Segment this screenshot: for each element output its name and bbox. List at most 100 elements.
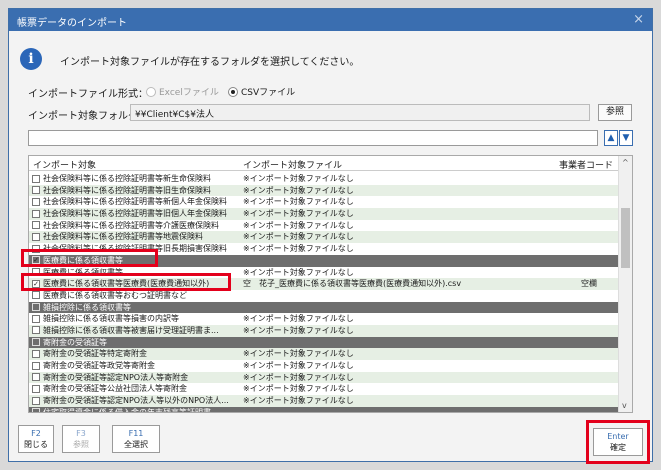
row-file-name: ※インポート対象ファイルなし: [243, 267, 354, 277]
info-icon: i: [20, 48, 42, 70]
f2-label: 閉じる: [24, 440, 48, 449]
row-target-name: 医療費に係る領収書等おむつ証明書など: [43, 290, 187, 300]
row-checkbox[interactable]: [32, 209, 40, 218]
move-up-button[interactable]: ▲: [604, 130, 618, 146]
row-checkbox[interactable]: [32, 232, 40, 241]
list-scrollbar[interactable]: ^ v: [618, 156, 632, 412]
row-file-name: ※インポート対象ファイルなし: [243, 174, 354, 183]
table-row[interactable]: 医療費に係る領収書等おむつ証明書など: [29, 290, 619, 302]
row-checkbox[interactable]: [32, 326, 40, 335]
row-target-name: 社会保険料等に係る控除証明書等新個人年金保険料: [43, 197, 227, 207]
row-checkbox[interactable]: [32, 303, 40, 312]
f11-select-all-button[interactable]: F11 全選択: [112, 425, 160, 453]
browse-button[interactable]: 参照: [598, 104, 632, 121]
window-title: 帳票データのインポート: [17, 18, 127, 29]
row-target-name: 寄附金の受領証等認定NPO法人等寄附金: [43, 372, 189, 382]
folder-path-field[interactable]: ¥¥Client¥C$¥法人: [130, 104, 590, 121]
row-file-name: ※インポート対象ファイルなし: [243, 220, 354, 230]
row-checkbox[interactable]: [32, 349, 40, 358]
table-row[interactable]: 雑損控除に係る領収書等被害届け受理証明書ま... ※インポート対象ファイルなし: [29, 324, 619, 337]
row-file-name: ※インポート対象ファイルなし: [243, 209, 354, 219]
enter-label: 確定: [610, 443, 626, 452]
header-code[interactable]: 事業者コード: [559, 158, 613, 171]
row-checkbox[interactable]: [32, 361, 40, 370]
scroll-down-icon[interactable]: v: [622, 401, 627, 410]
scroll-up-icon[interactable]: ^: [622, 158, 629, 167]
group-row[interactable]: 寄附金の受領証等: [29, 336, 619, 349]
title-bar: 帳票データのインポート ×: [9, 9, 652, 31]
radio-excel-dot: [146, 86, 156, 97]
row-file-name: 空 花子_医療費に係る領収書等医療費(医療費通知以外).csv: [243, 279, 462, 289]
table-row[interactable]: 寄附金の受領証等政党等寄附金 ※インポート対象ファイルなし: [29, 360, 619, 372]
row-checkbox[interactable]: [32, 384, 40, 393]
row-checkbox[interactable]: [32, 174, 40, 183]
row-file-name: ※インポート対象ファイルなし: [243, 384, 354, 394]
table-row[interactable]: 寄附金の受領証等認定NPO法人等以外のNPO法人... ※インポート対象ファイルな…: [29, 395, 619, 407]
row-checkbox[interactable]: [32, 314, 40, 323]
row-target-name: 寄附金の受領証等: [43, 337, 107, 347]
row-target-name: 住宅取得資金に係る借入金の年末残高等証明書: [43, 407, 211, 413]
row-target-name: 社会保険料等に係る控除証明書等介護医療保険料: [43, 220, 219, 230]
table-row[interactable]: 雑損控除に係る領収書等損害の内訳等 ※インポート対象ファイルなし: [29, 313, 619, 325]
group-row[interactable]: 住宅取得資金に係る借入金の年末残高等証明書: [29, 406, 619, 413]
row-checkbox[interactable]: [32, 186, 40, 195]
f11-key: F11: [128, 429, 144, 438]
row-checkbox[interactable]: [32, 373, 40, 382]
list-body: 社会保険料等に係る控除証明書等新生命保険料 ※インポート対象ファイルなし 社会保険料…: [29, 173, 619, 413]
f2-key: F2: [31, 429, 41, 438]
table-row[interactable]: 寄附金の受領証等認定NPO法人等寄附金 ※インポート対象ファイルなし: [29, 371, 619, 384]
row-checkbox[interactable]: [32, 396, 40, 405]
radio-csv-dot: [228, 86, 238, 97]
radio-excel-label: Excelファイル: [159, 88, 219, 98]
table-row[interactable]: 寄附金の受領証等特定寄附金 ※インポート対象ファイルなし: [29, 348, 619, 360]
table-row[interactable]: 寄附金の受領証等公益社団法人等寄附金 ※インポート対象ファイルなし: [29, 383, 619, 395]
table-row[interactable]: 社会保険料等に係る控除証明書等新生命保険料 ※インポート対象ファイルなし: [29, 173, 619, 185]
radio-csv-label: CSVファイル: [241, 88, 296, 98]
f11-label: 全選択: [124, 440, 148, 449]
scroll-thumb[interactable]: [621, 208, 630, 268]
header-target[interactable]: インポート対象: [33, 158, 96, 171]
table-row[interactable]: 社会保険料等に係る控除証明書等新個人年金保険料 ※インポート対象ファイルなし: [29, 196, 619, 208]
f3-browse-button[interactable]: F3 参照: [62, 425, 100, 453]
row-checkbox[interactable]: [32, 408, 40, 412]
row-checkbox[interactable]: [32, 291, 40, 300]
row-target-name: 寄附金の受領証等特定寄附金: [43, 349, 147, 359]
highlight-medical-group: [21, 249, 158, 267]
format-label: インポートファイル形式：: [28, 89, 148, 100]
f3-key: F3: [76, 429, 86, 438]
row-target-name: 社会保険料等に係る控除証明書等旧個人年金保険料: [43, 209, 227, 219]
table-row[interactable]: 社会保険料等に係る控除証明書等介護医療保険料 ※インポート対象ファイルなし: [29, 220, 619, 232]
row-checkbox[interactable]: [32, 197, 40, 206]
filter-input[interactable]: [28, 130, 598, 146]
header-file[interactable]: インポート対象ファイル: [243, 158, 342, 171]
row-target-name: 寄附金の受領証等政党等寄附金: [43, 361, 155, 370]
row-file-name: ※インポート対象ファイルなし: [243, 361, 354, 370]
row-file-name: ※インポート対象ファイルなし: [243, 349, 354, 359]
move-down-button[interactable]: ▼: [619, 130, 633, 146]
table-row[interactable]: 社会保険料等に係る控除証明書等旧生命保険料 ※インポート対象ファイルなし: [29, 184, 619, 197]
list-header: インポート対象 インポート対象ファイル 事業者コード: [29, 156, 619, 171]
row-target-name: 寄附金の受領証等公益社団法人等寄附金: [43, 384, 187, 394]
group-row[interactable]: 雑損控除に係る領収書等: [29, 301, 619, 314]
radio-excel[interactable]: Excelファイル: [146, 85, 219, 98]
table-row[interactable]: 社会保険料等に係る控除証明書等地震保険料 ※インポート対象ファイルなし: [29, 231, 619, 244]
row-target-name: 雑損控除に係る領収書等: [43, 302, 131, 312]
row-target-name: 社会保険料等に係る控除証明書等地震保険料: [43, 232, 203, 242]
enter-confirm-button[interactable]: Enter 確定: [593, 428, 643, 456]
info-message: インポート対象ファイルが存在するフォルダを選択してください。: [60, 57, 360, 68]
row-file-name: ※インポート対象ファイルなし: [243, 232, 354, 242]
row-file-name: ※インポート対象ファイルなし: [243, 314, 354, 324]
close-icon[interactable]: ×: [633, 12, 644, 27]
radio-csv[interactable]: CSVファイル: [228, 85, 295, 98]
row-checkbox[interactable]: [32, 338, 40, 347]
f2-close-button[interactable]: F2 閉じる: [18, 425, 54, 453]
row-checkbox[interactable]: [32, 221, 40, 230]
row-file-name: ※インポート対象ファイルなし: [243, 372, 354, 382]
row-code: 空欄: [581, 279, 597, 289]
row-target-name: 雑損控除に係る領収書等損害の内訳等: [43, 314, 179, 324]
row-file-name: ※インポート対象ファイルなし: [243, 197, 354, 207]
row-file-name: ※インポート対象ファイルなし: [243, 325, 354, 335]
row-file-name: ※インポート対象ファイルなし: [243, 244, 354, 254]
row-file-name: ※インポート対象ファイルなし: [243, 185, 354, 195]
table-row[interactable]: 社会保険料等に係る控除証明書等旧個人年金保険料 ※インポート対象ファイルなし: [29, 208, 619, 220]
